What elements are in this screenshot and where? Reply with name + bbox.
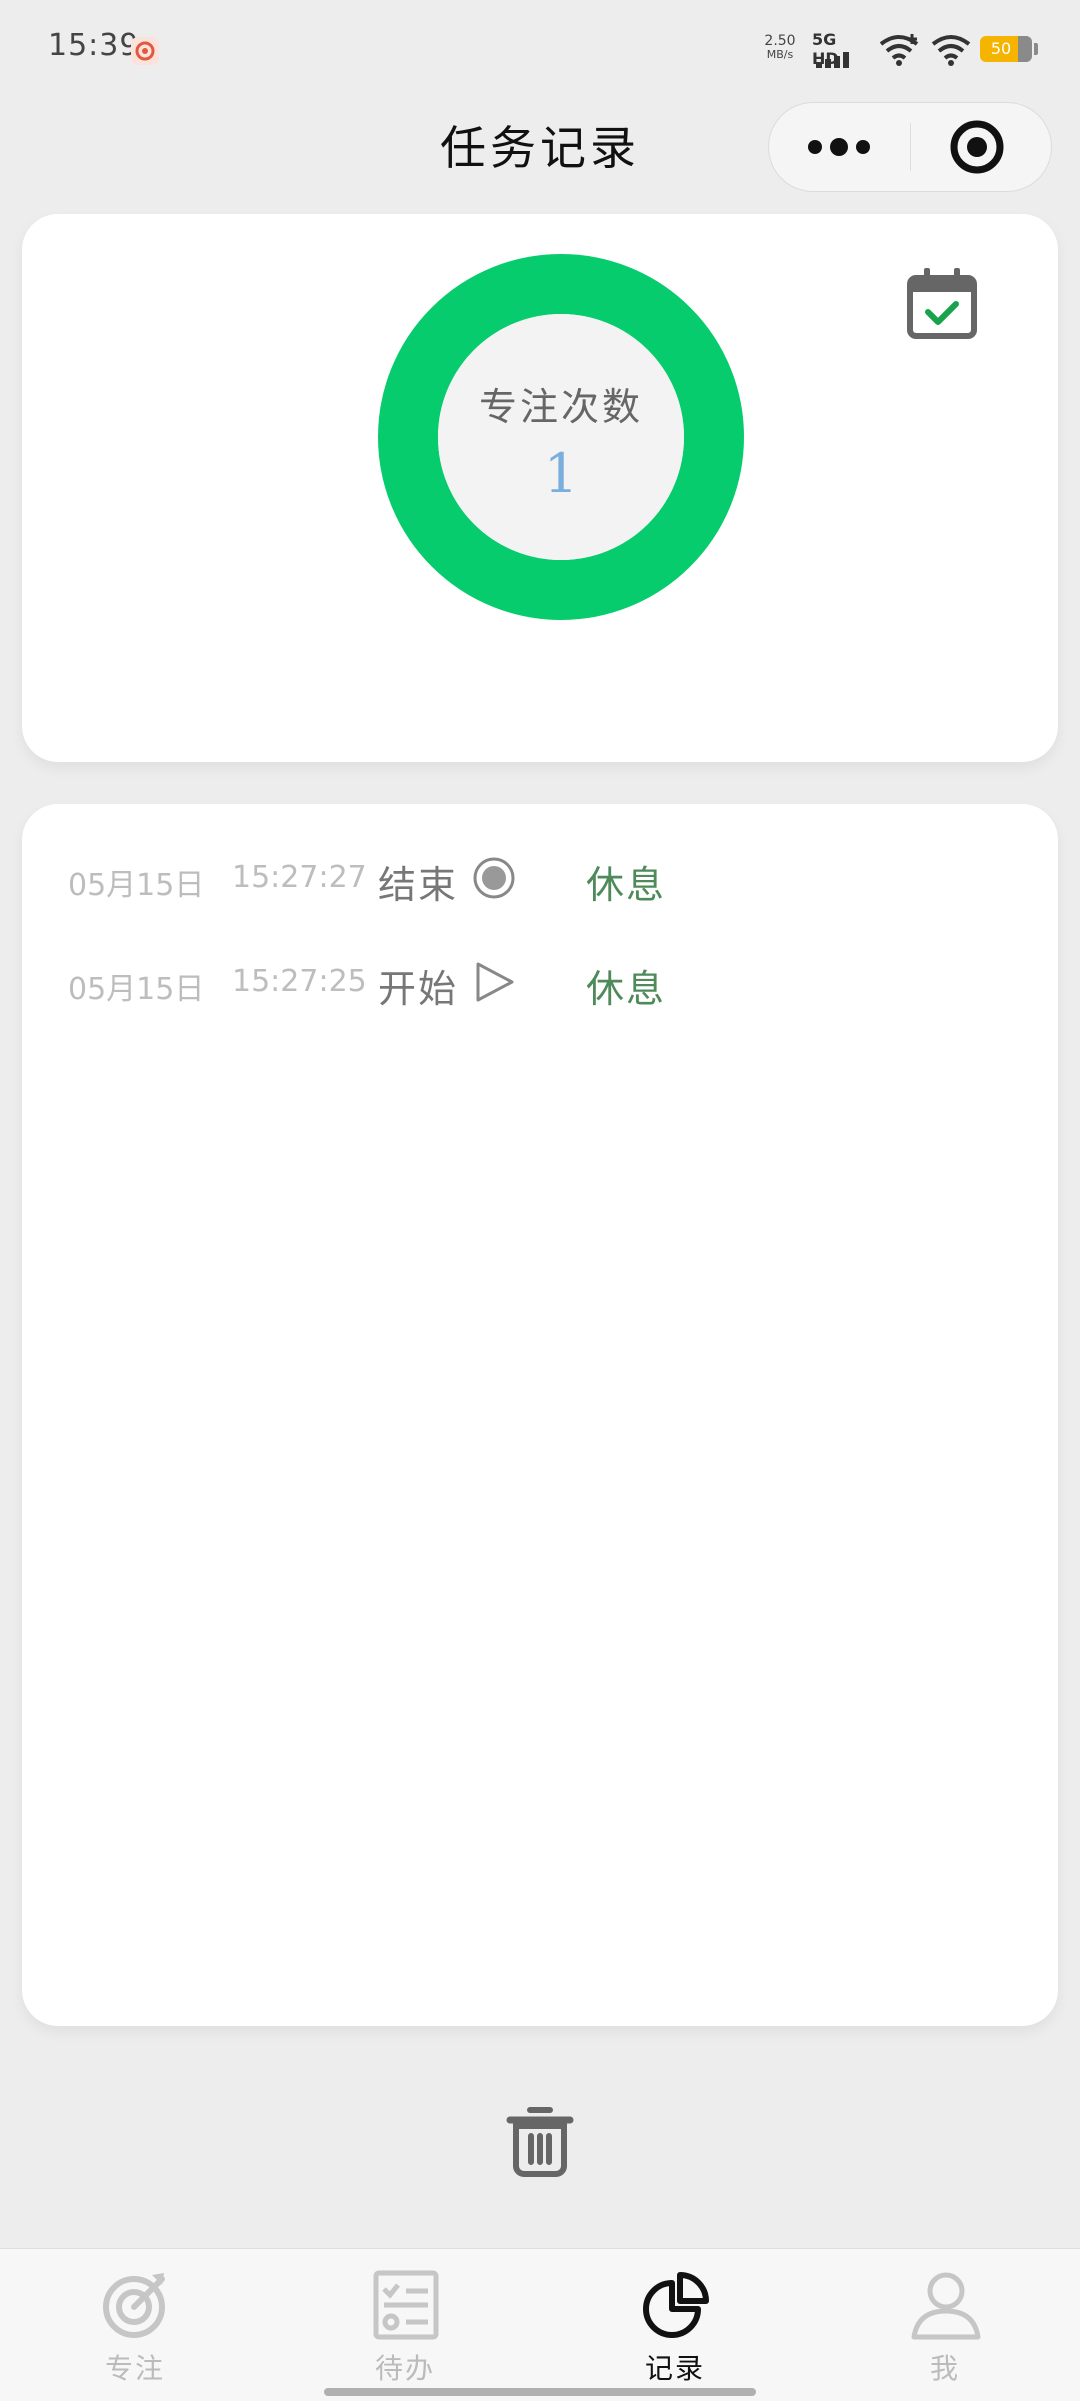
status-bar: 15:39 2.50 MB/s 5G HD 50 bbox=[0, 0, 1080, 100]
focus-count-value: 1 bbox=[543, 442, 579, 505]
record-date: 05月15日 bbox=[68, 972, 205, 1007]
wifi-plus-icon bbox=[879, 34, 919, 66]
stop-circle-icon bbox=[473, 857, 515, 899]
tab-me[interactable]: 我 bbox=[810, 2249, 1080, 2401]
battery-empty bbox=[1018, 36, 1032, 62]
tab-bar: 专注 待办 记录 我 bbox=[0, 2248, 1080, 2401]
battery-level: 50 bbox=[990, 39, 1012, 58]
close-button[interactable] bbox=[911, 103, 1052, 191]
user-icon bbox=[911, 2272, 981, 2340]
ring-center bbox=[438, 314, 684, 560]
stats-card: 专注次数 1 bbox=[22, 214, 1058, 762]
battery-tip bbox=[1034, 43, 1038, 55]
record-date: 05月15日 bbox=[68, 868, 205, 903]
calendar-button[interactable] bbox=[904, 266, 980, 342]
focus-target-icon bbox=[103, 2273, 165, 2338]
more-button[interactable] bbox=[769, 103, 910, 191]
tab-focus[interactable]: 专注 bbox=[0, 2249, 270, 2401]
status-right: 2.50 MB/s 5G HD 50 bbox=[760, 28, 1080, 72]
play-triangle-icon bbox=[476, 962, 514, 1002]
records-card: 05月15日 15:27:27 结束 休息 05月15日 15:27:25 开始… bbox=[22, 804, 1058, 2026]
pie-chart-icon bbox=[643, 2272, 709, 2338]
trash-icon bbox=[506, 2107, 574, 2177]
tab-todo[interactable]: 待办 bbox=[270, 2249, 540, 2401]
net-speed-unit: MB/s bbox=[766, 48, 794, 61]
net-speed: 2.50 MB/s bbox=[760, 34, 800, 62]
record-row: 05月15日 15:27:25 开始 休息 bbox=[68, 952, 968, 1012]
tab-label: 记录 bbox=[644, 2352, 705, 2385]
tab-label: 我 bbox=[929, 2352, 960, 2385]
record-type: 休息 bbox=[586, 863, 667, 907]
focus-count-label: 专注次数 bbox=[478, 385, 643, 429]
tab-label: 待办 bbox=[374, 2352, 435, 2385]
tab-records[interactable]: 记录 bbox=[540, 2249, 810, 2401]
calendar-check-icon bbox=[907, 268, 977, 339]
home-indicator[interactable] bbox=[324, 2388, 756, 2396]
status-time: 15:39 bbox=[48, 28, 140, 63]
checklist-icon bbox=[373, 2270, 439, 2340]
clear-records-button[interactable] bbox=[500, 2100, 580, 2180]
record-action: 结束 bbox=[378, 863, 459, 907]
ring-chart bbox=[378, 254, 744, 620]
tab-label: 专注 bbox=[104, 2352, 165, 2385]
target-close-icon bbox=[950, 120, 1004, 174]
wifi-icon bbox=[931, 35, 971, 66]
record-type: 休息 bbox=[586, 967, 667, 1011]
signal-bars-icon bbox=[816, 52, 849, 68]
record-row: 05月15日 15:27:27 结束 休息 bbox=[68, 848, 968, 908]
cellular-signal: 5G HD bbox=[812, 30, 866, 70]
more-dots-icon bbox=[808, 138, 870, 156]
focus-count-ring: 专注次数 1 bbox=[378, 254, 744, 620]
mini-program-capsule bbox=[768, 102, 1052, 192]
net-speed-value: 2.50 bbox=[764, 33, 796, 49]
record-time: 15:27:25 bbox=[232, 964, 367, 999]
record-time: 15:27:27 bbox=[232, 860, 367, 895]
app-notification-icon bbox=[131, 37, 159, 65]
record-action: 开始 bbox=[378, 967, 459, 1011]
battery-icon: 50 bbox=[980, 36, 1032, 62]
